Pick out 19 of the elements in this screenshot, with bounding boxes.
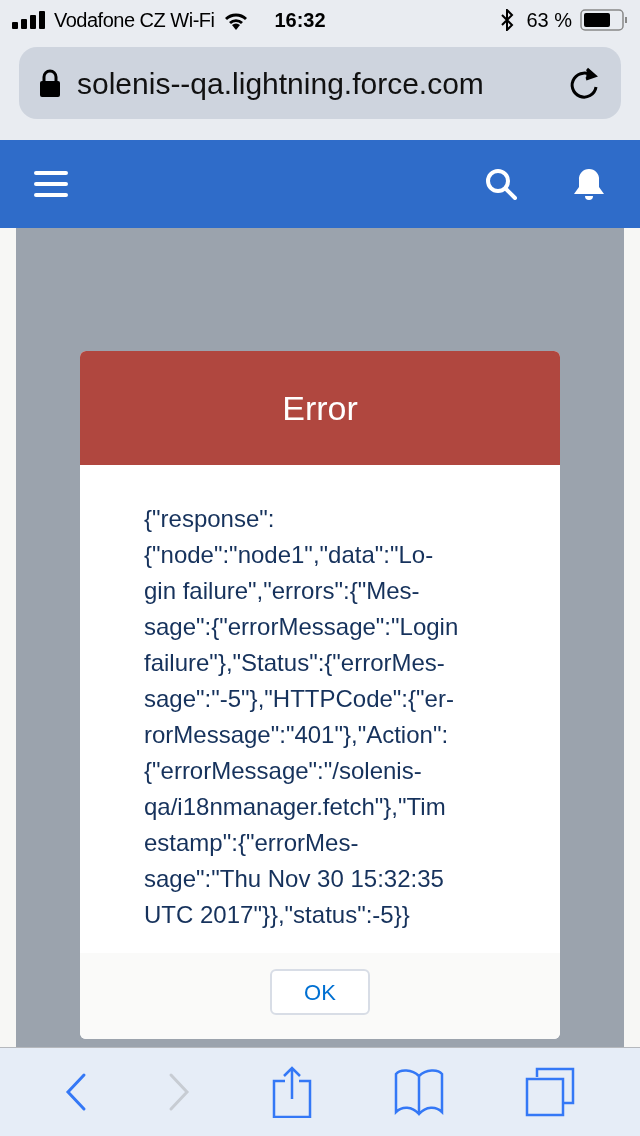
back-icon[interactable] <box>64 1072 87 1112</box>
bluetooth-icon <box>500 9 515 31</box>
share-icon[interactable] <box>272 1066 312 1118</box>
menu-icon[interactable] <box>34 170 68 198</box>
battery-icon <box>580 9 628 31</box>
book-icon[interactable] <box>393 1068 444 1116</box>
url-text: solenis--qa.lightning.force.com <box>77 65 485 102</box>
dialog-title: Error <box>282 387 358 429</box>
address-bar[interactable]: solenis--qa.lightning.force.com <box>19 47 621 119</box>
search-icon[interactable] <box>485 168 517 200</box>
carrier-name: Vodafone CZ Wi-Fi <box>54 8 215 33</box>
clock-time: 16:32 <box>274 8 326 33</box>
lock-icon <box>39 69 61 97</box>
error-message: {"response": {"node":"node1","data":"Lo- gin failure","errors":{"Mes- sage":{"errorMessage":"Login failure"},"Status":{"errorMes- sage":"-5"},"HTTPCode":{"er- rorMessage":"401"},"Action": {"errorMessage":"/solenis- qa/i18nmanager.fetch"},"Tim estamp":{"errorMes- sage":"Thu Nov 30 15:32:35 UTC 2017"}},"status":-5}} <box>143 504 460 930</box>
battery-percent: 63 % <box>526 8 572 33</box>
bell-icon[interactable] <box>572 167 606 201</box>
ok-button[interactable]: OK <box>270 969 370 1015</box>
signal-icon <box>12 11 46 29</box>
tabs-icon[interactable] <box>525 1067 576 1117</box>
